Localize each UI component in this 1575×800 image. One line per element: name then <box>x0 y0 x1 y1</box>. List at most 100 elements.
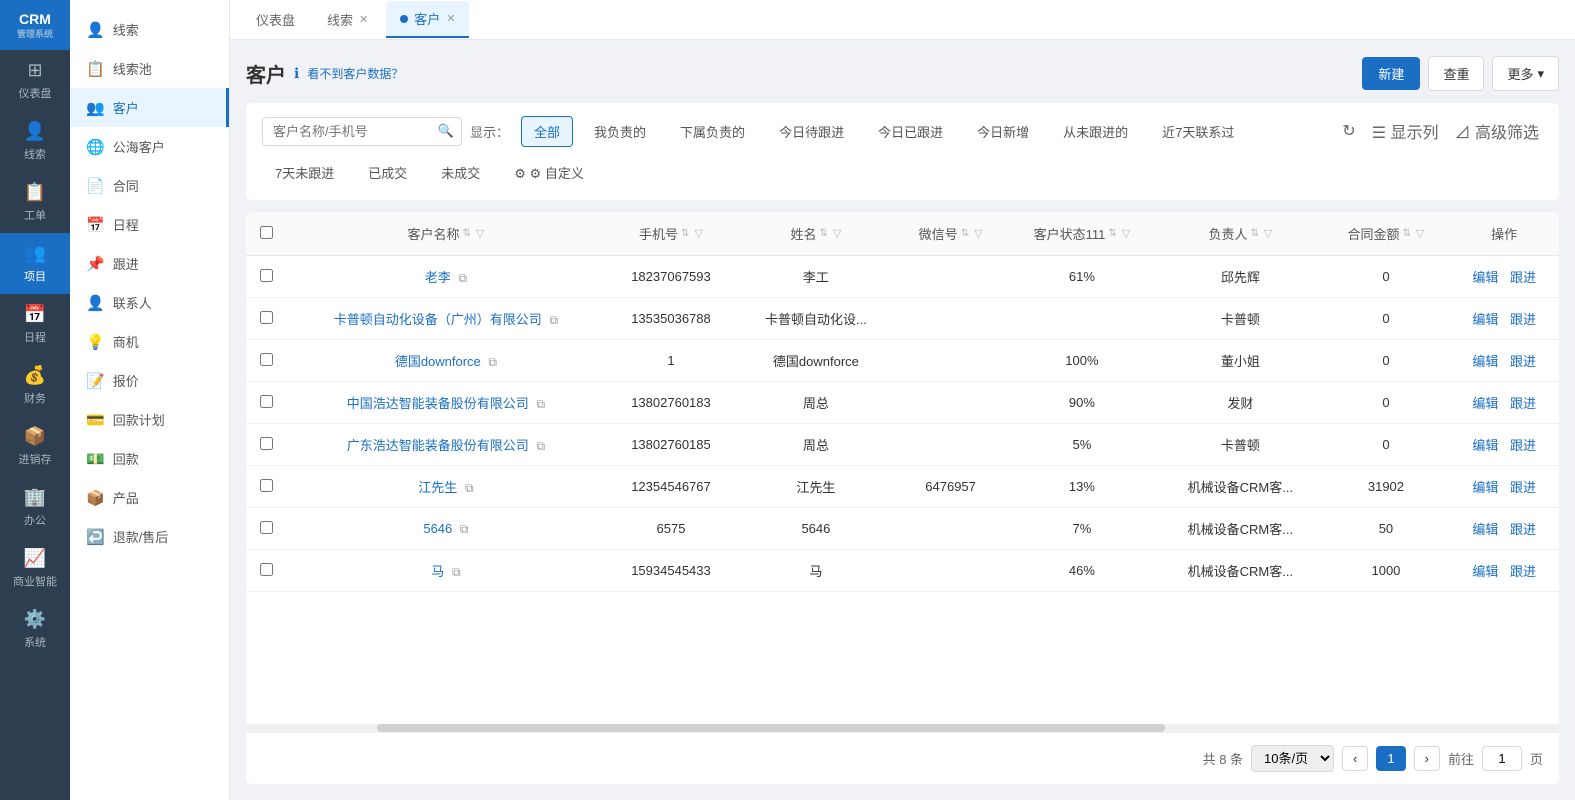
sidebar-item-orders[interactable]: 📋 工单 <box>0 172 70 233</box>
customer-name-link[interactable]: 江先生 <box>418 480 457 495</box>
sidebar-item-system[interactable]: ⚙️ 系统 <box>0 599 70 660</box>
refresh-button[interactable]: ↻ <box>1338 117 1359 145</box>
row-select-checkbox[interactable] <box>260 563 273 576</box>
row-select-checkbox[interactable] <box>260 437 273 450</box>
follow-link[interactable]: 跟进 <box>1510 312 1536 327</box>
row-select-checkbox[interactable] <box>260 269 273 282</box>
filter-tag-7days-no[interactable]: 7天未跟进 <box>262 157 347 188</box>
filter-phone-icon[interactable]: ▽ <box>694 227 702 240</box>
row-select-checkbox[interactable] <box>260 521 273 534</box>
prev-page-button[interactable]: ‹ <box>1342 746 1368 771</box>
reset-button[interactable]: 查重 <box>1428 56 1484 91</box>
row-select-checkbox[interactable] <box>260 479 273 492</box>
columns-button[interactable]: ☰ 显示列 <box>1368 115 1443 147</box>
page-size-select[interactable]: 10条/页 20条/页 50条/页 <box>1251 745 1334 772</box>
sort-amount-icon[interactable]: ⇅ <box>1403 228 1411 239</box>
row-select-checkbox[interactable] <box>260 311 273 324</box>
sidebar-item-schedule-s[interactable]: 📅 日程 <box>70 205 229 244</box>
customer-name-link[interactable]: 德国downforce <box>395 354 481 369</box>
filter-owner-icon[interactable]: ▽ <box>1264 227 1272 240</box>
filter-contact-icon[interactable]: ▽ <box>833 227 841 240</box>
filter-tag-recent7[interactable]: 近7天联系过 <box>1149 116 1247 147</box>
edit-link[interactable]: 编辑 <box>1472 396 1498 411</box>
filter-tag-all[interactable]: 全部 <box>521 116 573 147</box>
customer-name-link[interactable]: 广东浩达智能装备股份有限公司 <box>347 438 529 453</box>
customer-name-link[interactable]: 马 <box>431 564 444 579</box>
copy-icon[interactable]: ⧉ <box>460 522 469 536</box>
copy-icon[interactable]: ⧉ <box>536 397 545 411</box>
filter-tag-custom[interactable]: ⚙ ⚙ 自定义 <box>501 157 597 188</box>
sort-phone-icon[interactable]: ⇅ <box>681 228 689 239</box>
sidebar-item-customers-active[interactable]: 👥 客户 <box>70 88 229 127</box>
follow-link[interactable]: 跟进 <box>1510 396 1536 411</box>
sort-contact-icon[interactable]: ⇅ <box>819 228 827 239</box>
sort-owner-icon[interactable]: ⇅ <box>1250 228 1258 239</box>
tab-leads[interactable]: 线索 ✕ <box>313 2 382 37</box>
edit-link[interactable]: 编辑 <box>1472 480 1498 495</box>
filter-status-icon[interactable]: ▽ <box>1122 227 1130 240</box>
select-all-checkbox[interactable] <box>260 226 273 239</box>
follow-link[interactable]: 跟进 <box>1510 480 1536 495</box>
row-select-checkbox[interactable] <box>260 395 273 408</box>
sidebar-item-followup[interactable]: 📌 跟进 <box>70 244 229 283</box>
filter-tag-mine[interactable]: 我负责的 <box>581 116 659 147</box>
horizontal-scrollbar[interactable] <box>246 724 1559 732</box>
next-page-button[interactable]: › <box>1414 746 1440 771</box>
tab-dashboard[interactable]: 仪表盘 <box>242 2 309 37</box>
sort-wechat-icon[interactable]: ⇅ <box>961 228 969 239</box>
customer-name-link[interactable]: 中国浩达智能装备股份有限公司 <box>347 396 529 411</box>
sidebar-item-products[interactable]: 📦 产品 <box>70 478 229 517</box>
edit-link[interactable]: 编辑 <box>1472 564 1498 579</box>
more-button[interactable]: 更多 ▾ <box>1492 56 1559 91</box>
sort-name-icon[interactable]: ⇅ <box>462 228 470 239</box>
sidebar-item-payment-plan[interactable]: 💳 回款计划 <box>70 400 229 439</box>
edit-link[interactable]: 编辑 <box>1472 354 1498 369</box>
copy-icon[interactable]: ⧉ <box>488 355 497 369</box>
new-button[interactable]: 新建 <box>1362 57 1420 90</box>
tab-leads-close[interactable]: ✕ <box>359 13 368 26</box>
sidebar-item-schedule[interactable]: 📅 日程 <box>0 294 70 355</box>
follow-link[interactable]: 跟进 <box>1510 438 1536 453</box>
copy-icon[interactable]: ⧉ <box>536 439 545 453</box>
advanced-filter-button[interactable]: ⊿ 高级筛选 <box>1451 115 1543 147</box>
help-info-icon[interactable]: ℹ <box>294 65 299 82</box>
copy-icon[interactable]: ⧉ <box>465 481 474 495</box>
sidebar-item-opportunities[interactable]: 💡 商机 <box>70 322 229 361</box>
filter-name-icon[interactable]: ▽ <box>476 227 484 240</box>
follow-link[interactable]: 跟进 <box>1510 354 1536 369</box>
sidebar-item-dashboard[interactable]: ⊞ 仪表盘 <box>0 50 70 111</box>
sidebar-item-returns[interactable]: ↩️ 退款/售后 <box>70 517 229 556</box>
follow-link[interactable]: 跟进 <box>1510 270 1536 285</box>
tab-customers-close[interactable]: ✕ <box>446 12 455 25</box>
sidebar-item-quotes[interactable]: 📝 报价 <box>70 361 229 400</box>
follow-link[interactable]: 跟进 <box>1510 564 1536 579</box>
filter-wechat-icon[interactable]: ▽ <box>974 227 982 240</box>
edit-link[interactable]: 编辑 <box>1472 270 1498 285</box>
follow-link[interactable]: 跟进 <box>1510 522 1536 537</box>
row-select-checkbox[interactable] <box>260 353 273 366</box>
copy-icon[interactable]: ⧉ <box>549 313 558 327</box>
customer-name-link[interactable]: 5646 <box>423 521 452 536</box>
goto-page-input[interactable] <box>1482 746 1522 771</box>
sidebar-item-leads-pool[interactable]: 📋 线索池 <box>70 49 229 88</box>
sidebar-item-bi[interactable]: 📈 商业智能 <box>0 538 70 599</box>
table-scroll-area[interactable]: 客户名称 ⇅ ▽ 手机号 ⇅ ▽ <box>246 212 1559 724</box>
filter-tag-today-done[interactable]: 今日已跟进 <box>865 116 956 147</box>
help-link[interactable]: 看不到客户数据？ <box>307 65 403 82</box>
sidebar-item-sea-customers[interactable]: 🌐 公海客户 <box>70 127 229 166</box>
search-input[interactable] <box>262 117 462 146</box>
sidebar-item-inventory[interactable]: 📦 进销存 <box>0 416 70 477</box>
filter-tag-today-new[interactable]: 今日新增 <box>964 116 1042 147</box>
sidebar-item-contacts[interactable]: 👤 联系人 <box>70 283 229 322</box>
scroll-thumb[interactable] <box>377 724 1165 732</box>
filter-amount-icon[interactable]: ▽ <box>1416 227 1424 240</box>
filter-tag-today-followup[interactable]: 今日待跟进 <box>766 116 857 147</box>
sidebar-item-leads[interactable]: 👤 线索 <box>0 111 70 172</box>
sidebar-item-office[interactable]: 🏢 办公 <box>0 477 70 538</box>
sort-status-icon[interactable]: ⇅ <box>1108 228 1116 239</box>
sidebar-item-contracts[interactable]: 📄 合同 <box>70 166 229 205</box>
copy-icon[interactable]: ⧉ <box>452 565 461 579</box>
filter-tag-done-deal[interactable]: 已成交 <box>355 157 420 188</box>
edit-link[interactable]: 编辑 <box>1472 438 1498 453</box>
tab-customers[interactable]: 客户 ✕ <box>386 1 469 38</box>
